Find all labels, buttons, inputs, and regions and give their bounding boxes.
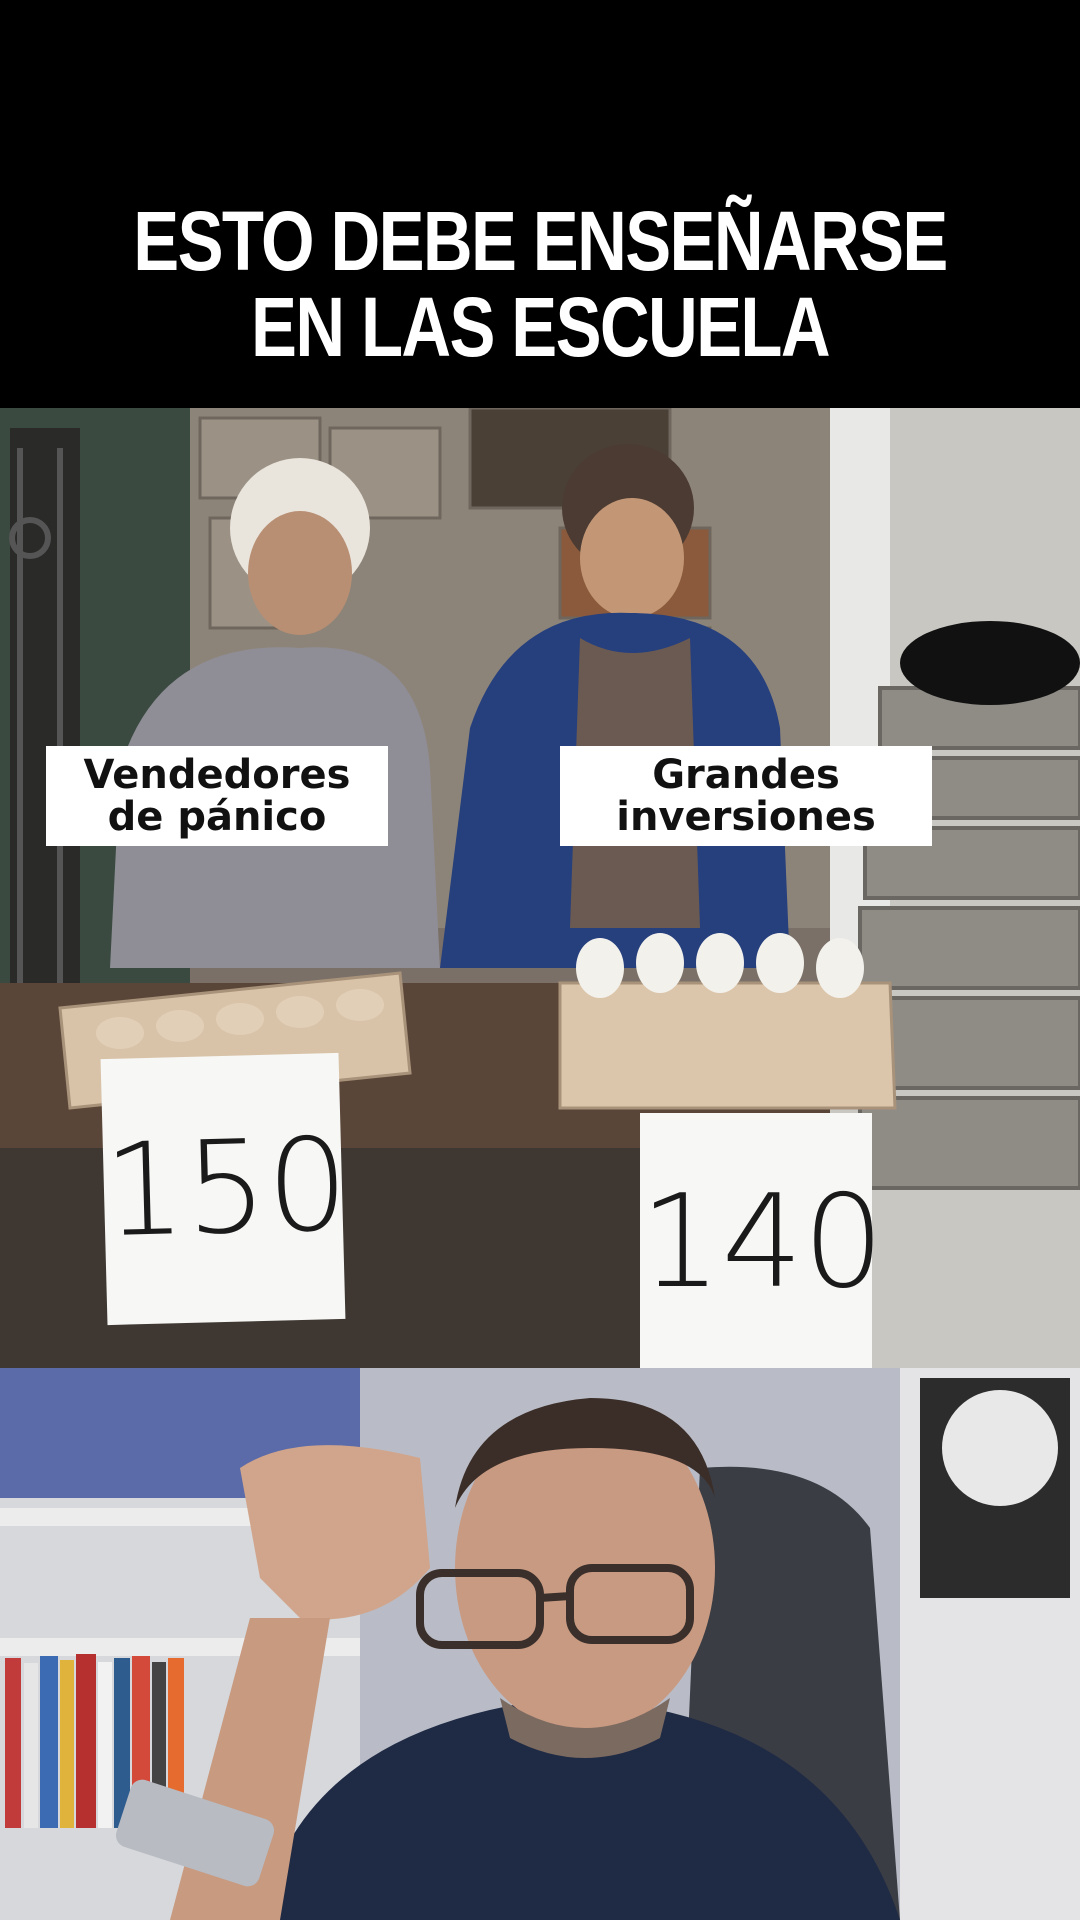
label-panic-sellers-line-2: de pánico bbox=[107, 794, 327, 840]
headline-band: ESTO DEBE ENSEÑARSE EN LAS ESCUELA bbox=[0, 0, 1080, 408]
label-panic-sellers: Vendedores de pánico bbox=[46, 746, 388, 846]
label-great-investments-line-2: inversiones bbox=[616, 794, 876, 840]
headline-line-2: EN LAS ESCUELA bbox=[251, 280, 831, 374]
price-right: 140 bbox=[640, 1168, 885, 1317]
egg-sellers-scene: Vendedores de pánico Grandes inversiones… bbox=[0, 408, 1080, 1368]
label-great-investments: Grandes inversiones bbox=[560, 746, 932, 846]
presenter-scene bbox=[0, 1368, 1080, 1920]
price-card-right: 140 bbox=[640, 1113, 884, 1368]
price-left: 150 bbox=[102, 1110, 351, 1267]
headline-text: ESTO DEBE ENSEÑARSE EN LAS ESCUELA bbox=[97, 198, 983, 370]
label-panic-sellers-line-1: Vendedores bbox=[83, 752, 351, 798]
label-great-investments-line-1: Grandes bbox=[652, 752, 840, 798]
headline-line-1: ESTO DEBE ENSEÑARSE bbox=[133, 194, 948, 288]
presenter-illustration bbox=[0, 1368, 1080, 1920]
price-card-left: 150 bbox=[100, 1052, 350, 1326]
